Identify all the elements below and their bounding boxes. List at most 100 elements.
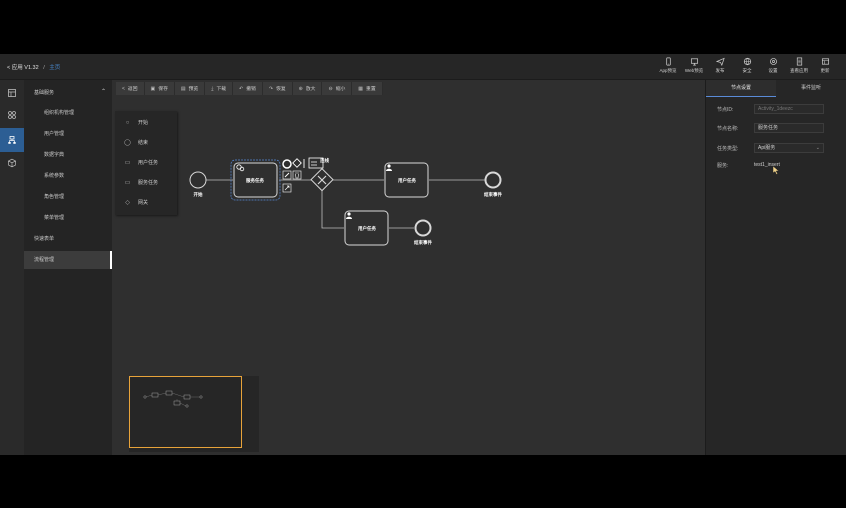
reset-label: 重置 [366,87,376,92]
task-type-label: 任务类型: [717,146,739,152]
menu-item-process-mgmt[interactable]: 流程管理 [24,251,112,269]
chevron-up-icon: ⌃ [100,89,106,95]
rail-item-components[interactable] [0,104,24,126]
back-label: 返回 [127,87,138,92]
zoom-out-button[interactable]: ⊖ 缩小 [322,82,353,95]
palette-item-service-task[interactable]: ▭ 服务任务 [124,179,158,186]
page-icon [8,89,16,97]
back-link[interactable]: < 应用 [7,65,23,71]
menu-item-menus[interactable]: 菜单管理 [44,214,64,221]
app-title: < 应用 V1.32 / 主页 [7,63,60,71]
preview-label: 预览 [188,87,199,92]
redo-button[interactable]: ↷ 恢复 [263,82,293,95]
web-preview-label: Web预览 [684,68,704,73]
flow-gateway-to-user2 [321,191,344,229]
back-button[interactable]: < 返回 [116,82,145,95]
preview-button[interactable]: ▤ 预览 [175,82,206,95]
menu-item-quick-form[interactable]: 快速表单 [34,235,54,242]
rail-item-pages[interactable] [0,82,24,104]
service-label: 服务: [717,163,729,169]
menu-item-roles[interactable]: 角色管理 [44,193,64,200]
menu-group-label: 基础服务 [34,90,55,96]
title-separator: / [43,65,45,71]
zoom-out-icon: ⊖ [328,85,333,92]
properties-panel: 节点设置 事件监听 节点ID: Activity_1deezc 节点名称: 服务… [705,80,846,455]
tab-node-settings[interactable]: 节点设置 [706,80,776,97]
view-app-button[interactable]: 查看应用 [787,57,811,77]
menu-item-org[interactable]: 组织机构管理 [44,109,74,116]
palette-item-user-task[interactable]: ▭ 用户任务 [124,159,158,166]
task-type-select[interactable]: Api服务 ⌄ [754,143,824,153]
node-name-label: 节点名称: [717,126,739,132]
palette-item-gateway[interactable]: ◇ 网关 [124,199,148,206]
minimap[interactable] [129,376,259,452]
zoom-out-label: 缩小 [335,87,346,92]
publish-button[interactable]: 发布 [708,57,732,77]
append-end-event-icon [282,159,292,169]
palette-gateway-label: 网关 [138,200,149,206]
save-button[interactable]: ▣ 保存 [145,82,175,95]
bpmn-canvas[interactable]: 开始 服务任务 连线 用户任务 结束事件 用户任务 结束事件 < 返回 ▣ 保存… [112,80,705,455]
palette-service-task-label: 服务任务 [138,180,159,186]
app-preview-label: App预览 [659,68,677,73]
icon-rail [0,80,24,455]
palette-end-label: 结束 [138,140,149,146]
app-preview-button[interactable]: App预览 [656,57,680,77]
version-label: V1.32 [24,65,39,71]
undo-button[interactable]: ↶ 撤销 [233,82,263,95]
mobile-icon [665,57,671,66]
menu-item-users[interactable]: 用户管理 [44,130,64,137]
cube-icon [8,158,16,168]
zoom-in-icon: ⊕ [298,85,303,92]
zoom-in-button[interactable]: ⊕ 放大 [293,82,323,95]
redo-label: 恢复 [276,87,286,92]
end-event-icon: ◯ [124,140,131,146]
user-task-2-label: 用户任务 [357,225,376,232]
update-button[interactable]: 更新 [813,57,837,77]
globe-icon [743,57,751,66]
exclusive-gateway [310,167,334,192]
menu-item-dict[interactable]: 数据字典 [44,151,64,158]
menu-group-basic-services[interactable]: 基础服务 ⌃ [34,89,106,96]
top-header: < 应用 V1.32 / 主页 App预览 Web预览 发布 安全 设置 查看应… [0,54,846,80]
download-button[interactable]: ⤓ 下载 [205,82,234,95]
node-name-field[interactable]: 服务任务 [754,123,824,133]
monitor-icon [690,58,698,66]
save-icon: ▣ [150,85,156,92]
gateway-icon: ◇ [125,200,130,206]
rail-item-workflow[interactable] [0,128,24,152]
service-task-icon: ▭ [124,180,131,186]
palette-item-end[interactable]: ◯ 结束 [124,139,148,146]
start-event-icon: ○ [125,119,130,126]
view-app-label: 查看应用 [790,68,808,73]
app-window: < 应用 V1.32 / 主页 App预览 Web预览 发布 安全 设置 查看应… [0,54,846,455]
send-icon [715,57,725,66]
palette-item-start[interactable]: ○ 开始 [124,119,148,127]
gear-icon [769,58,777,65]
web-preview-button[interactable]: Web预览 [682,57,706,77]
rail-item-packages[interactable] [0,152,24,174]
layout-icon [821,58,829,65]
settings-button[interactable]: 设置 [761,57,785,77]
redo-icon: ↷ [268,85,274,92]
save-label: 保存 [158,87,168,92]
flow-icon [8,136,16,144]
undo-label: 撤销 [246,87,256,92]
start-event-label: 开始 [194,191,203,198]
mouse-cursor-icon [772,165,780,175]
download-icon: ⤓ [211,85,214,92]
append-gateway-icon [292,158,302,168]
reset-button[interactable]: ▦ 重置 [352,82,383,95]
update-label: 更新 [820,68,830,73]
element-palette: ○ 开始 ◯ 结束 ▭ 用户任务 ▭ 服务任务 ◇ 网关 [115,111,177,215]
node-id-label: 节点ID: [717,107,734,113]
menu-item-params[interactable]: 系统参数 [44,172,64,179]
security-button[interactable]: 安全 [735,57,759,77]
end-event-2-label: 结束事件 [414,239,432,246]
node-id-field[interactable]: Activity_1deezc [754,104,824,114]
tab-event-listeners[interactable]: 事件监听 [776,80,846,97]
page-tag[interactable]: 主页 [49,65,60,71]
palette-user-task-label: 用户任务 [138,160,159,166]
reset-icon: ▦ [358,85,364,92]
publish-label: 发布 [715,68,725,73]
